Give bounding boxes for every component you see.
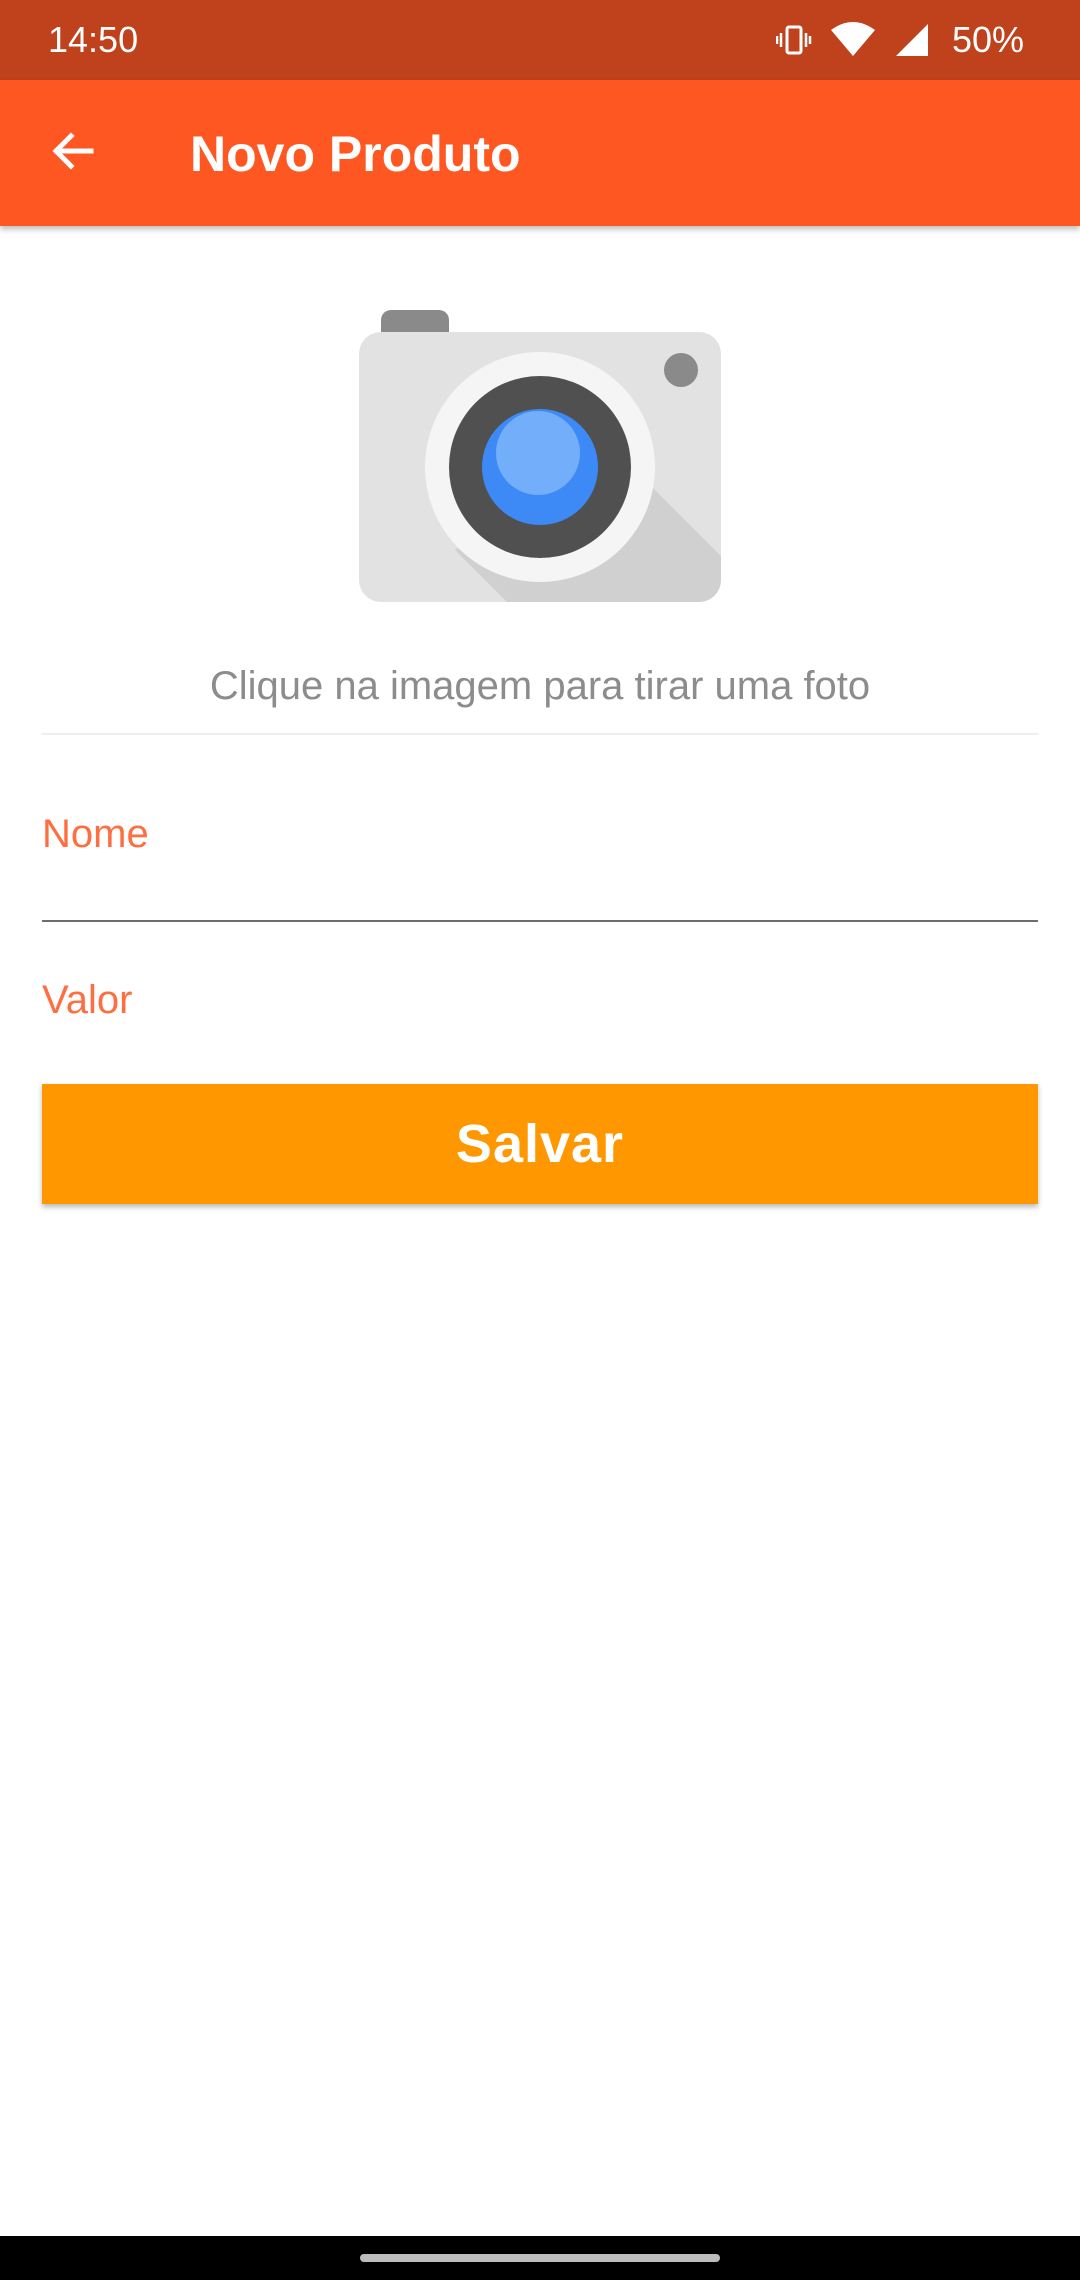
home-handle[interactable]	[360, 2254, 720, 2262]
nome-label: Nome	[42, 812, 149, 856]
signal-icon	[894, 22, 930, 58]
status-icons: 50%	[775, 18, 1024, 62]
nome-field[interactable]: Nome	[42, 810, 1038, 922]
status-bar: 14:50 50%	[0, 0, 1080, 80]
nome-underline	[42, 920, 1038, 922]
divider	[42, 733, 1038, 735]
arrow-back-icon	[49, 127, 97, 180]
battery-level: 50%	[951, 19, 1024, 60]
navigation-bar	[0, 2236, 1080, 2280]
photo-hint: Clique na imagem para tirar uma foto	[209, 664, 871, 708]
status-time: 14:50	[48, 19, 139, 60]
camera-icon	[355, 310, 725, 614]
page-title: Novo Produto	[190, 126, 521, 182]
photo-button[interactable]	[355, 300, 725, 610]
back-button[interactable]	[30, 113, 116, 193]
vibrate-icon	[775, 22, 812, 58]
valor-label: Valor	[42, 978, 133, 1022]
valor-field[interactable]: Valor	[42, 976, 1038, 1036]
wifi-icon	[830, 22, 876, 58]
app-bar: Novo Produto	[0, 80, 1080, 226]
save-button[interactable]: Salvar	[42, 1084, 1038, 1204]
